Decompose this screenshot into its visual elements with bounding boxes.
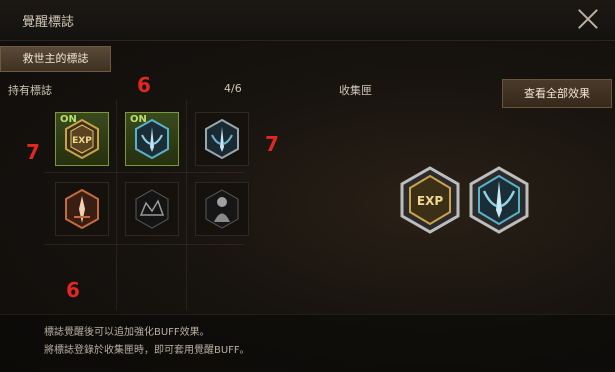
owned-badges-label: 持有標誌: [8, 84, 52, 97]
crystal-icon: [135, 189, 169, 229]
collection-slot-exp[interactable]: EXP: [398, 166, 462, 238]
hint-line-1: 標誌覺醒後可以追加強化BUFF效果。: [44, 327, 210, 338]
badge-slot-statue[interactable]: [195, 182, 249, 236]
collected-exp-badge-icon: EXP: [400, 166, 460, 234]
torch-icon: [65, 188, 99, 230]
collected-exp-text: EXP: [417, 194, 443, 208]
badge-slot-torch[interactable]: [55, 182, 109, 236]
badge-slot-wing-sword-2[interactable]: [195, 112, 249, 166]
annotation-top: 6: [137, 73, 151, 97]
badge-slot-exp[interactable]: ON EXP: [55, 112, 109, 166]
wing-sword-icon: [205, 118, 239, 160]
exp-badge-icon: EXP: [65, 118, 99, 160]
exp-badge-text: EXP: [72, 136, 92, 146]
footer-hints: 標誌覺醒後可以追加強化BUFF效果。 將標誌登錄於收集匣時，即可套用覺醒BUFF…: [0, 314, 615, 372]
tab-savior-badges[interactable]: 救世主的標誌: [0, 46, 111, 72]
statue-icon: [205, 189, 239, 229]
annotation-right: 7: [265, 132, 279, 156]
badge-slot-wing-sword[interactable]: ON: [125, 112, 179, 166]
badge-slot-crystal[interactable]: [125, 182, 179, 236]
close-icon[interactable]: [577, 8, 599, 30]
wing-sword-icon: [135, 118, 169, 160]
collected-wing-sword-icon: [469, 166, 529, 234]
collection-label: 收集匣: [339, 84, 372, 97]
view-all-effects-button[interactable]: 查看全部效果: [502, 79, 612, 108]
owned-count: 4/6: [224, 82, 242, 95]
annotation-left: 7: [26, 140, 40, 164]
window-title: 覺醒標誌: [22, 15, 75, 30]
annotation-bottom: 6: [66, 278, 80, 302]
hint-line-2: 將標誌登錄於收集匣時，即可套用覺醒BUFF。: [44, 345, 250, 356]
collection-slot-wing-sword[interactable]: [467, 166, 531, 238]
title-bar: 覺醒標誌: [0, 0, 615, 41]
